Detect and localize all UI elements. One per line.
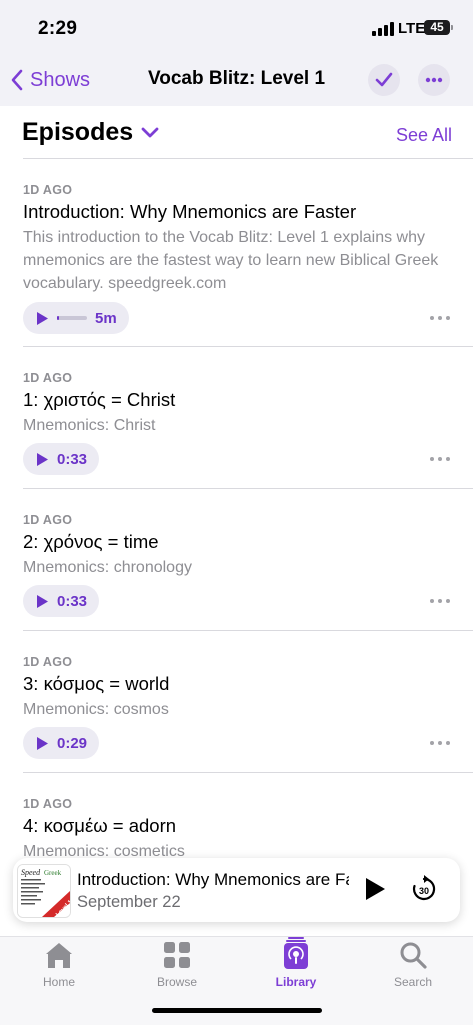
library-icon xyxy=(284,937,308,969)
episode-progress-bar xyxy=(57,316,87,320)
play-icon xyxy=(37,736,48,750)
tab-browse[interactable]: Browse xyxy=(132,937,222,989)
play-icon xyxy=(37,311,48,325)
cellular-signal-icon xyxy=(372,22,394,36)
tab-home-label: Home xyxy=(42,975,75,989)
episode-progress-fill xyxy=(57,316,60,320)
now-playing-title: Introduction: Why Mnemonics are Faster xyxy=(77,870,349,889)
episode-play-button[interactable]: 0:33 xyxy=(23,585,100,617)
mark-played-button[interactable] xyxy=(368,64,400,96)
back-label: Shows xyxy=(30,68,91,91)
episode-title: 2: χρόνος = time xyxy=(23,531,159,552)
battery-tip xyxy=(451,25,453,30)
play-icon[interactable] xyxy=(363,876,387,902)
episode-date: 1D AGO xyxy=(23,183,73,197)
chevron-down-icon xyxy=(141,127,159,137)
status-time: 2:29 xyxy=(38,18,78,39)
episode-row[interactable]: 1D AGO 2: χρόνος = time Mnemonics: chron… xyxy=(0,489,473,631)
episode-row[interactable]: 1D AGO Introduction: Why Mnemonics are F… xyxy=(0,158,473,347)
episode-title: Introduction: Why Mnemonics are Faster xyxy=(23,201,357,222)
tab-library[interactable]: Library xyxy=(251,937,341,989)
tab-library-label: Library xyxy=(275,975,317,989)
ellipsis-icon xyxy=(425,77,443,83)
podcast-artwork: Speed Greek Level 1 xyxy=(17,864,71,918)
episode-row[interactable]: 1D AGO 1: χριστός = Christ Mnemonics: Ch… xyxy=(0,347,473,489)
svg-text:30: 30 xyxy=(419,886,429,896)
mini-player[interactable]: Speed Greek Level 1 Introduction: Why Mn… xyxy=(13,858,460,922)
now-playing-date: September 22 xyxy=(77,893,181,911)
episode-description: This introduction to the Vocab Blitz: Le… xyxy=(23,229,439,292)
tab-search[interactable]: Search xyxy=(368,937,458,989)
network-label: LTE xyxy=(398,20,426,37)
svg-text:Greek: Greek xyxy=(44,869,62,877)
episode-duration: 5m xyxy=(95,309,117,327)
tab-home[interactable]: Home xyxy=(14,937,104,989)
episode-date: 1D AGO xyxy=(23,513,73,527)
play-icon xyxy=(37,594,48,608)
episode-date: 1D AGO xyxy=(23,371,73,385)
episode-more-button[interactable] xyxy=(430,453,450,465)
tab-search-label: Search xyxy=(393,975,433,989)
home-icon xyxy=(46,943,72,968)
episode-title: 1: χριστός = Christ xyxy=(23,389,176,410)
play-icon xyxy=(37,452,48,466)
episode-play-button[interactable]: 5m xyxy=(23,302,129,334)
episode-date: 1D AGO xyxy=(23,797,73,811)
episode-duration: 0:33 xyxy=(57,450,88,468)
episode-more-button[interactable] xyxy=(430,595,450,607)
episode-more-button[interactable] xyxy=(430,312,450,324)
battery-icon: 45 xyxy=(424,20,450,35)
episode-row[interactable]: 1D AGO 3: κόσμος = world Mnemonics: cosm… xyxy=(0,631,473,773)
skip-forward-30-icon[interactable]: 30 xyxy=(410,874,438,904)
back-button[interactable]: Shows xyxy=(10,62,90,98)
section-title: Episodes xyxy=(22,118,134,146)
episode-description: Mnemonics: cosmos xyxy=(23,701,169,718)
checkmark-icon xyxy=(375,72,393,87)
episode-play-button[interactable]: 0:33 xyxy=(23,443,100,475)
status-bar: 2:29 LTE 45 xyxy=(0,0,473,56)
episode-more-button[interactable] xyxy=(430,737,450,749)
svg-text:Speed: Speed xyxy=(21,868,41,877)
episodes-list-panel: Episodes See All 1D AGO Introduction: Wh… xyxy=(0,106,473,936)
episode-play-button[interactable]: 0:29 xyxy=(23,727,100,759)
grid-icon xyxy=(164,942,190,968)
episode-description: Mnemonics: chronology xyxy=(23,559,192,576)
see-all-link[interactable]: See All xyxy=(396,125,452,146)
episode-date: 1D AGO xyxy=(23,655,73,669)
episodes-filter-button[interactable]: Episodes xyxy=(22,118,159,147)
tab-browse-label: Browse xyxy=(156,975,197,989)
episode-title: 3: κόσμος = world xyxy=(23,673,170,694)
episode-duration: 0:33 xyxy=(57,592,88,610)
episode-duration: 0:29 xyxy=(57,734,88,752)
search-icon xyxy=(400,942,427,969)
chevron-left-icon xyxy=(11,69,23,91)
more-options-button[interactable] xyxy=(418,64,450,96)
episode-title: 4: κοσμέω = adorn xyxy=(23,815,177,836)
episode-description: Mnemonics: Christ xyxy=(23,417,156,434)
home-indicator xyxy=(152,1008,322,1013)
speed-greek-logo: Speed Greek Level 1 xyxy=(18,865,70,917)
